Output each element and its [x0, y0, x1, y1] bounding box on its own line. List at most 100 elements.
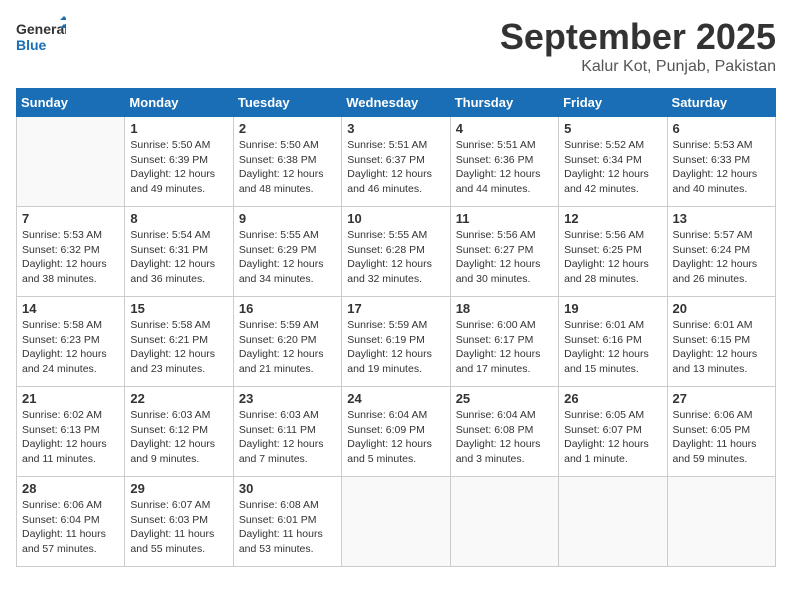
day-number: 10 [347, 211, 444, 226]
header-monday: Monday [125, 89, 233, 117]
day-info: Sunrise: 5:50 AMSunset: 6:38 PMDaylight:… [239, 138, 336, 197]
svg-text:Blue: Blue [16, 37, 47, 53]
calendar-cell: 13 Sunrise: 5:57 AMSunset: 6:24 PMDayligh… [667, 207, 775, 297]
day-number: 14 [22, 301, 119, 316]
day-number: 7 [22, 211, 119, 226]
day-number: 4 [456, 121, 553, 136]
day-info: Sunrise: 5:55 AMSunset: 6:28 PMDaylight:… [347, 228, 444, 287]
calendar-cell [342, 477, 450, 567]
day-number: 26 [564, 391, 661, 406]
day-number: 16 [239, 301, 336, 316]
day-info: Sunrise: 5:59 AMSunset: 6:19 PMDaylight:… [347, 318, 444, 377]
calendar-cell: 7 Sunrise: 5:53 AMSunset: 6:32 PMDaylight… [17, 207, 125, 297]
day-number: 19 [564, 301, 661, 316]
day-info: Sunrise: 6:03 AMSunset: 6:11 PMDaylight:… [239, 408, 336, 467]
day-info: Sunrise: 5:56 AMSunset: 6:27 PMDaylight:… [456, 228, 553, 287]
calendar-cell: 21 Sunrise: 6:02 AMSunset: 6:13 PMDayligh… [17, 387, 125, 477]
calendar-cell: 27 Sunrise: 6:06 AMSunset: 6:05 PMDayligh… [667, 387, 775, 477]
calendar-cell: 15Sunrise: 5:58 AMSunset: 6:21 PMDayligh… [125, 297, 233, 387]
day-info: Sunrise: 5:53 AMSunset: 6:32 PMDaylight:… [22, 228, 119, 287]
logo: General Blue [16, 16, 66, 61]
calendar-cell: 19 Sunrise: 6:01 AMSunset: 6:16 PMDayligh… [559, 297, 667, 387]
title-section: September 2025 Kalur Kot, Punjab, Pakist… [500, 16, 776, 76]
day-number: 25 [456, 391, 553, 406]
calendar-cell: 29 Sunrise: 6:07 AMSunset: 6:03 PMDayligh… [125, 477, 233, 567]
day-number: 29 [130, 481, 227, 496]
day-info: Sunrise: 6:08 AMSunset: 6:01 PMDaylight:… [239, 498, 336, 557]
header-tuesday: Tuesday [233, 89, 341, 117]
day-info: Sunrise: 6:02 AMSunset: 6:13 PMDaylight:… [22, 408, 119, 467]
day-info: Sunrise: 6:01 AMSunset: 6:15 PMDaylight:… [673, 318, 770, 377]
day-info: Sunrise: 6:05 AMSunset: 6:07 PMDaylight:… [564, 408, 661, 467]
day-number: 2 [239, 121, 336, 136]
day-info: Sunrise: 5:51 AMSunset: 6:36 PMDaylight:… [456, 138, 553, 197]
calendar-cell: 5 Sunrise: 5:52 AMSunset: 6:34 PMDaylight… [559, 117, 667, 207]
calendar-cell: 11 Sunrise: 5:56 AMSunset: 6:27 PMDayligh… [450, 207, 558, 297]
calendar-cell: 17Sunrise: 5:59 AMSunset: 6:19 PMDayligh… [342, 297, 450, 387]
day-number: 11 [456, 211, 553, 226]
calendar-cell [17, 117, 125, 207]
day-number: 5 [564, 121, 661, 136]
calendar-cell: 9 Sunrise: 5:55 AMSunset: 6:29 PMDaylight… [233, 207, 341, 297]
day-number: 6 [673, 121, 770, 136]
day-number: 12 [564, 211, 661, 226]
header-saturday: Saturday [667, 89, 775, 117]
calendar-cell: 16 Sunrise: 5:59 AMSunset: 6:20 PMDayligh… [233, 297, 341, 387]
day-number: 3 [347, 121, 444, 136]
week-row-1: 1Sunrise: 5:50 AMSunset: 6:39 PMDaylight… [17, 117, 776, 207]
logo-icon: General Blue [16, 16, 66, 61]
calendar-cell: 30Sunrise: 6:08 AMSunset: 6:01 PMDayligh… [233, 477, 341, 567]
day-info: Sunrise: 6:04 AMSunset: 6:08 PMDaylight:… [456, 408, 553, 467]
calendar-cell: 10 Sunrise: 5:55 AMSunset: 6:28 PMDayligh… [342, 207, 450, 297]
day-number: 24 [347, 391, 444, 406]
location: Kalur Kot, Punjab, Pakistan [500, 58, 776, 76]
day-info: Sunrise: 5:57 AMSunset: 6:24 PMDaylight:… [673, 228, 770, 287]
header-sunday: Sunday [17, 89, 125, 117]
day-info: Sunrise: 5:51 AMSunset: 6:37 PMDaylight:… [347, 138, 444, 197]
day-info: Sunrise: 5:58 AMSunset: 6:23 PMDaylight:… [22, 318, 119, 377]
calendar-cell: 14 Sunrise: 5:58 AMSunset: 6:23 PMDayligh… [17, 297, 125, 387]
day-number: 18 [456, 301, 553, 316]
calendar-cell: 22Sunrise: 6:03 AMSunset: 6:12 PMDayligh… [125, 387, 233, 477]
calendar-cell: 24 Sunrise: 6:04 AMSunset: 6:09 PMDayligh… [342, 387, 450, 477]
day-number: 28 [22, 481, 119, 496]
calendar-cell: 2 Sunrise: 5:50 AMSunset: 6:38 PMDaylight… [233, 117, 341, 207]
page-header: General Blue September 2025 Kalur Kot, P… [16, 16, 776, 76]
calendar-cell [667, 477, 775, 567]
day-info: Sunrise: 6:00 AMSunset: 6:17 PMDaylight:… [456, 318, 553, 377]
calendar-cell [559, 477, 667, 567]
day-info: Sunrise: 6:06 AMSunset: 6:05 PMDaylight:… [673, 408, 770, 467]
svg-text:General: General [16, 21, 66, 37]
calendar-cell [450, 477, 558, 567]
day-number: 27 [673, 391, 770, 406]
day-info: Sunrise: 5:52 AMSunset: 6:34 PMDaylight:… [564, 138, 661, 197]
day-info: Sunrise: 6:01 AMSunset: 6:16 PMDaylight:… [564, 318, 661, 377]
day-info: Sunrise: 6:07 AMSunset: 6:03 PMDaylight:… [130, 498, 227, 557]
day-info: Sunrise: 6:03 AMSunset: 6:12 PMDaylight:… [130, 408, 227, 467]
day-info: Sunrise: 5:53 AMSunset: 6:33 PMDaylight:… [673, 138, 770, 197]
calendar-cell: 23 Sunrise: 6:03 AMSunset: 6:11 PMDayligh… [233, 387, 341, 477]
day-number: 20 [673, 301, 770, 316]
week-row-4: 21 Sunrise: 6:02 AMSunset: 6:13 PMDayligh… [17, 387, 776, 477]
day-number: 9 [239, 211, 336, 226]
day-info: Sunrise: 6:06 AMSunset: 6:04 PMDaylight:… [22, 498, 119, 557]
week-row-2: 7 Sunrise: 5:53 AMSunset: 6:32 PMDaylight… [17, 207, 776, 297]
day-info: Sunrise: 5:59 AMSunset: 6:20 PMDaylight:… [239, 318, 336, 377]
day-number: 13 [673, 211, 770, 226]
day-info: Sunrise: 5:56 AMSunset: 6:25 PMDaylight:… [564, 228, 661, 287]
day-number: 23 [239, 391, 336, 406]
calendar-cell: 18 Sunrise: 6:00 AMSunset: 6:17 PMDayligh… [450, 297, 558, 387]
calendar-header-row: SundayMondayTuesdayWednesdayThursdayFrid… [17, 89, 776, 117]
week-row-3: 14 Sunrise: 5:58 AMSunset: 6:23 PMDayligh… [17, 297, 776, 387]
calendar-table: SundayMondayTuesdayWednesdayThursdayFrid… [16, 88, 776, 567]
calendar-cell: 6 Sunrise: 5:53 AMSunset: 6:33 PMDaylight… [667, 117, 775, 207]
day-number: 21 [22, 391, 119, 406]
calendar-cell: 12 Sunrise: 5:56 AMSunset: 6:25 PMDayligh… [559, 207, 667, 297]
day-info: Sunrise: 5:58 AMSunset: 6:21 PMDaylight:… [130, 318, 227, 377]
day-info: Sunrise: 5:50 AMSunset: 6:39 PMDaylight:… [130, 138, 227, 197]
day-info: Sunrise: 5:55 AMSunset: 6:29 PMDaylight:… [239, 228, 336, 287]
header-wednesday: Wednesday [342, 89, 450, 117]
day-number: 8 [130, 211, 227, 226]
day-info: Sunrise: 6:04 AMSunset: 6:09 PMDaylight:… [347, 408, 444, 467]
calendar-cell: 8Sunrise: 5:54 AMSunset: 6:31 PMDaylight… [125, 207, 233, 297]
